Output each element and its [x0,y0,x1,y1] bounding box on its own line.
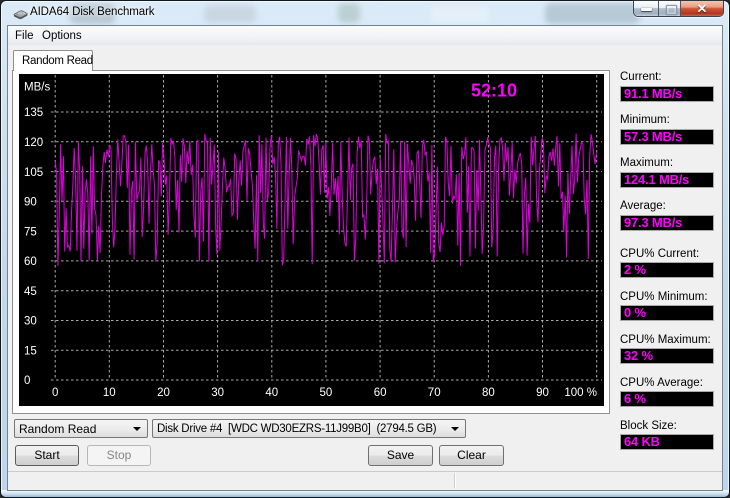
svg-text:15: 15 [24,345,37,357]
svg-text:10: 10 [103,387,116,399]
svg-text:100 %: 100 % [564,387,597,399]
svg-text:60: 60 [24,256,37,268]
svg-text:30: 30 [24,316,37,328]
svg-text:70: 70 [428,387,441,399]
svg-text:20: 20 [157,387,170,399]
svg-text:105: 105 [24,167,43,179]
svg-text:90: 90 [536,387,549,399]
svg-text:MB/s: MB/s [24,82,50,94]
svg-text:40: 40 [265,387,278,399]
svg-text:60: 60 [374,387,387,399]
svg-text:80: 80 [482,387,495,399]
svg-text:50: 50 [320,387,333,399]
svg-text:0: 0 [24,375,30,387]
svg-text:135: 135 [24,107,43,119]
svg-text:45: 45 [24,286,37,298]
svg-text:0: 0 [52,387,58,399]
svg-text:120: 120 [24,137,43,149]
svg-text:52:10: 52:10 [471,81,517,101]
svg-text:30: 30 [211,387,224,399]
svg-text:75: 75 [24,226,37,238]
svg-text:90: 90 [24,197,37,209]
